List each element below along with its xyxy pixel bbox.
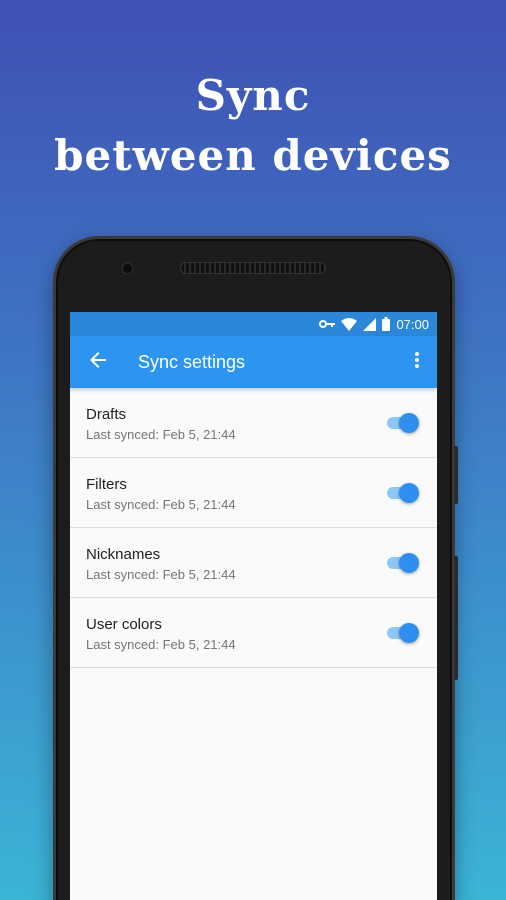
earpiece-speaker <box>180 262 326 274</box>
sync-item-title: Drafts <box>86 406 127 423</box>
list-item[interactable]: Nicknames Last synced: Feb 5, 21:44 <box>70 528 437 598</box>
front-camera <box>121 262 134 275</box>
toolbar-title: Sync settings <box>138 351 246 372</box>
back-button[interactable] <box>70 336 126 388</box>
sync-item-subtitle: Last synced: Feb 5, 21:44 <box>86 637 236 652</box>
sync-settings-list: Drafts Last synced: Feb 5, 21:44 Filters… <box>70 388 437 668</box>
list-item[interactable]: Drafts Last synced: Feb 5, 21:44 <box>70 388 437 458</box>
sync-item-title: User colors <box>86 616 162 633</box>
sync-item-subtitle: Last synced: Feb 5, 21:44 <box>86 567 236 582</box>
sync-toggle-drafts[interactable] <box>387 413 419 433</box>
sync-item-subtitle: Last synced: Feb 5, 21:44 <box>86 427 236 442</box>
promo-headline: Sync between devices <box>0 66 506 186</box>
battery-icon <box>382 317 391 331</box>
list-item[interactable]: User colors Last synced: Feb 5, 21:44 <box>70 598 437 668</box>
headline-line-1: Sync <box>195 71 311 120</box>
phone-power-button <box>454 446 458 504</box>
vpn-key-icon <box>319 319 336 329</box>
sync-toggle-filters[interactable] <box>387 483 419 503</box>
signal-icon <box>363 317 377 331</box>
sync-toggle-user-colors[interactable] <box>387 623 419 643</box>
wifi-icon <box>341 317 358 331</box>
headline-line-2: between devices <box>54 131 452 180</box>
more-options-button[interactable] <box>397 336 437 388</box>
phone-screen: 07:00 Sync settings Drafts Last synced: … <box>70 312 437 900</box>
arrow-back-icon <box>89 351 107 374</box>
sync-item-subtitle: Last synced: Feb 5, 21:44 <box>86 497 236 512</box>
status-bar: 07:00 <box>70 312 437 336</box>
sync-toggle-nicknames[interactable] <box>387 553 419 573</box>
app-toolbar: Sync settings <box>70 336 437 388</box>
more-vert-icon <box>415 351 419 373</box>
sync-item-title: Filters <box>86 476 127 493</box>
phone-volume-button <box>454 556 458 680</box>
sync-item-title: Nicknames <box>86 546 161 563</box>
list-item[interactable]: Filters Last synced: Feb 5, 21:44 <box>70 458 437 528</box>
status-time: 07:00 <box>396 316 429 332</box>
